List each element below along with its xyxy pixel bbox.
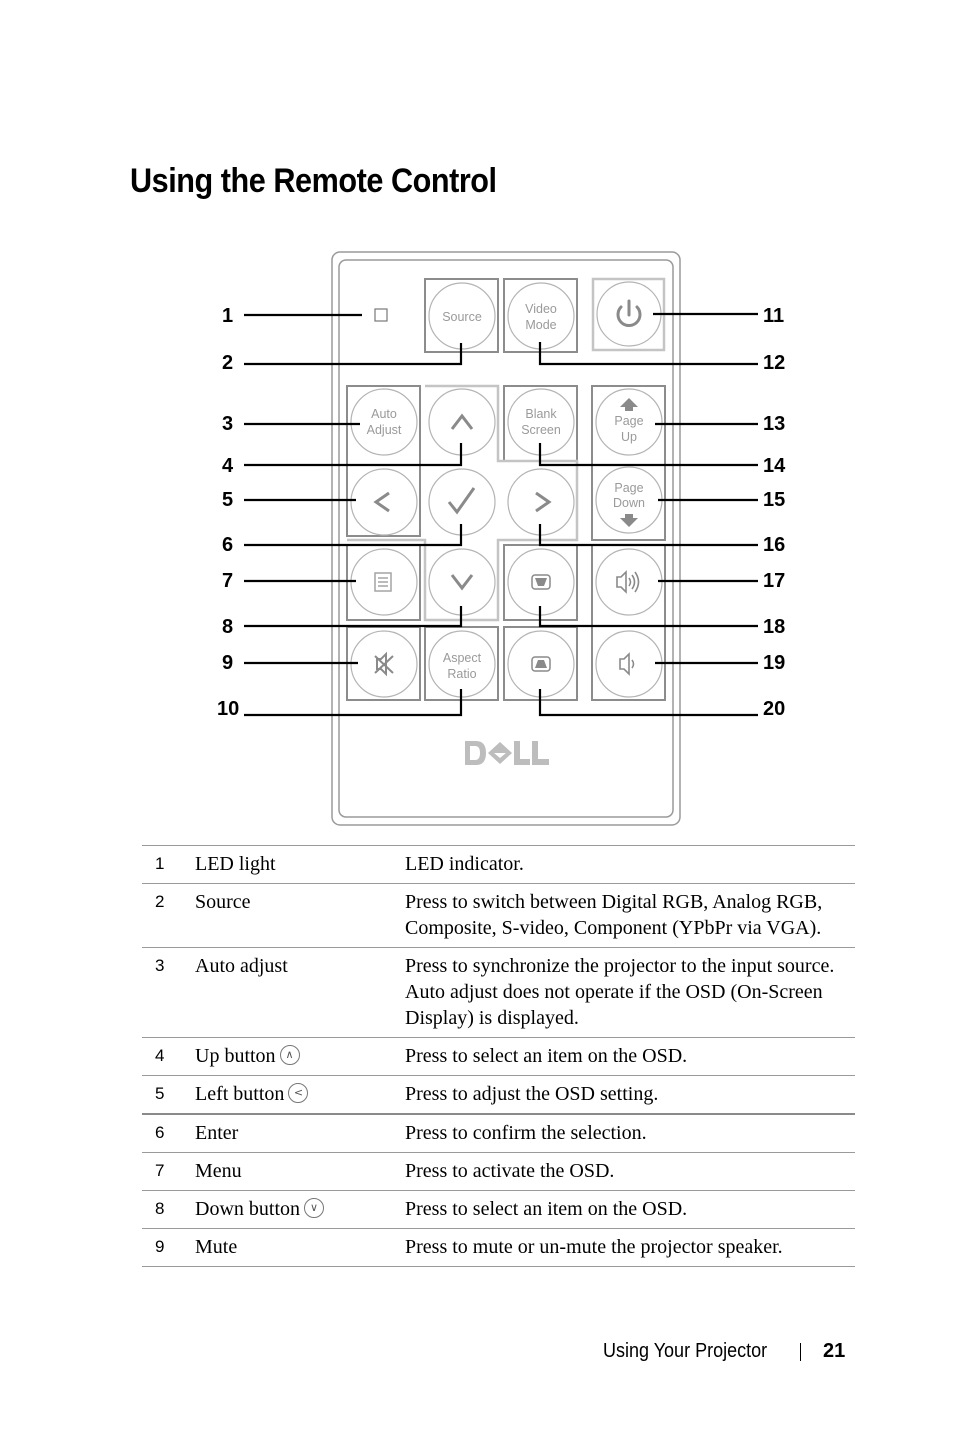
callout-5: 5 xyxy=(222,489,233,511)
row-name: LED light xyxy=(195,853,276,875)
chevron-left-icon: < xyxy=(288,1083,309,1103)
callout-13: 13 xyxy=(763,413,785,435)
icon-glyph: < xyxy=(293,1086,304,1099)
row-name: Down button xyxy=(195,1198,300,1220)
callout-10: 10 xyxy=(217,698,239,720)
page-up-label-2: Up xyxy=(621,430,637,444)
row-name: Source xyxy=(195,891,251,913)
down-button[interactable] xyxy=(428,548,496,616)
row-number: 3 xyxy=(142,947,195,1038)
row-name-cell: Enter xyxy=(195,1113,405,1153)
blank-screen-label-1: Blank xyxy=(525,407,557,421)
row-number: 2 xyxy=(142,883,195,948)
row-name-cell: Mute xyxy=(195,1228,405,1267)
row-description: Press to mute or un-mute the projector s… xyxy=(405,1228,855,1267)
left-button[interactable] xyxy=(350,468,418,536)
page-down-label-2: Down xyxy=(613,496,645,510)
row-name: Menu xyxy=(195,1160,242,1182)
icon-glyph: ∧ xyxy=(285,1048,294,1061)
table-row: 9 Mute Press to mute or un-mute the projec… xyxy=(142,1228,855,1267)
auto-adjust-button[interactable] xyxy=(350,388,418,456)
callout-4: 4 xyxy=(222,455,234,477)
callout-11: 11 xyxy=(763,305,784,327)
video-mode-button[interactable] xyxy=(507,282,575,350)
row-number: 9 xyxy=(142,1228,195,1267)
callout-1: 1 xyxy=(222,305,233,327)
table-row: 6 Enter Press to confirm the selection. xyxy=(142,1113,855,1153)
callout-7: 7 xyxy=(222,570,233,592)
callout-16: 16 xyxy=(763,534,785,556)
row-name-cell: Source xyxy=(195,883,405,948)
row-name: Mute xyxy=(195,1236,238,1258)
table-row: 4 Up button ∧ Press to select an item on th… xyxy=(142,1037,855,1076)
footer-divider xyxy=(800,1343,801,1361)
row-description: Press to activate the OSD. xyxy=(405,1152,855,1191)
table-row: 8 Down button ∨ Press to select an item on … xyxy=(142,1190,855,1229)
remote-control-diagram: Source Video Mode Auto Adjust Blank Scre… xyxy=(0,0,954,840)
row-description: Press to select an item on the OSD. xyxy=(405,1037,855,1076)
row-number: 5 xyxy=(142,1075,195,1114)
row-description: Press to adjust the OSD setting. xyxy=(405,1075,855,1114)
callout-6: 6 xyxy=(222,534,233,556)
row-name: Left button xyxy=(195,1083,285,1105)
callout-12: 12 xyxy=(763,352,785,374)
callout-20: 20 xyxy=(763,698,785,720)
callout-19: 19 xyxy=(763,652,785,674)
row-name-cell: LED light xyxy=(195,845,405,884)
video-mode-label-2: Mode xyxy=(525,318,556,332)
chevron-up-icon: ∧ xyxy=(279,1045,300,1065)
row-name: Auto adjust xyxy=(195,955,288,977)
callout-17: 17 xyxy=(763,570,785,592)
led-square-icon xyxy=(374,308,388,322)
callout-8: 8 xyxy=(222,616,233,638)
table-row: 1 LED light LED indicator. xyxy=(142,845,855,884)
callout-3: 3 xyxy=(222,413,233,435)
footer-section-title: Using Your Projector xyxy=(603,1340,768,1362)
callout-9: 9 xyxy=(222,652,233,674)
video-mode-label-1: Video xyxy=(525,302,557,316)
table-row: 7 Menu Press to activate the OSD. xyxy=(142,1152,855,1191)
row-name-cell: Down button ∨ xyxy=(195,1190,405,1229)
auto-adjust-label-2: Adjust xyxy=(367,423,402,437)
row-name-cell: Auto adjust xyxy=(195,947,405,1038)
row-number: 1 xyxy=(142,845,195,884)
row-name-cell: Left button < xyxy=(195,1075,405,1114)
row-number: 6 xyxy=(142,1113,195,1153)
row-description: Press to synchronize the projector to th… xyxy=(405,947,855,1038)
remote-function-table: 1 LED light LED indicator. 2 Source Press to … xyxy=(142,845,855,1267)
icon-glyph: ∨ xyxy=(309,1201,319,1214)
auto-adjust-label-1: Auto xyxy=(371,407,397,421)
row-name: Up button xyxy=(195,1045,276,1067)
page-up-label-1: Page xyxy=(614,414,643,428)
aspect-ratio-label-1: Aspect xyxy=(443,651,482,665)
aspect-ratio-label-2: Ratio xyxy=(447,667,476,681)
table-row: 5 Left button < Press to adjust the OSD set… xyxy=(142,1075,855,1114)
row-description: Press to switch between Digital RGB, Ana… xyxy=(405,883,855,948)
callout-15: 15 xyxy=(763,489,785,511)
page-number: 21 xyxy=(823,1340,846,1362)
remote-control-svg: Source Video Mode Auto Adjust Blank Scre… xyxy=(217,251,786,826)
row-name-cell: Up button ∧ xyxy=(195,1037,405,1076)
row-description: Press to select an item on the OSD. xyxy=(405,1190,855,1229)
row-number: 7 xyxy=(142,1152,195,1191)
callout-14: 14 xyxy=(763,455,786,477)
table-row: 2 Source Press to switch between Digital R… xyxy=(142,883,855,948)
page-down-label-1: Page xyxy=(614,481,643,495)
callout-2: 2 xyxy=(222,352,233,374)
source-label: Source xyxy=(442,310,482,324)
row-name-cell: Menu xyxy=(195,1152,405,1191)
row-name: Enter xyxy=(195,1122,239,1144)
row-description: Press to confirm the selection. xyxy=(405,1113,855,1153)
table-row: 3 Auto adjust Press to synchronize the pro… xyxy=(142,947,855,1038)
callout-18: 18 xyxy=(763,616,785,638)
chevron-down-icon: ∨ xyxy=(304,1198,324,1218)
blank-screen-label-2: Screen xyxy=(521,423,561,437)
volume-up-button[interactable] xyxy=(595,548,663,616)
row-number: 4 xyxy=(142,1037,195,1076)
row-description: LED indicator. xyxy=(405,845,855,884)
row-number: 8 xyxy=(142,1190,195,1229)
